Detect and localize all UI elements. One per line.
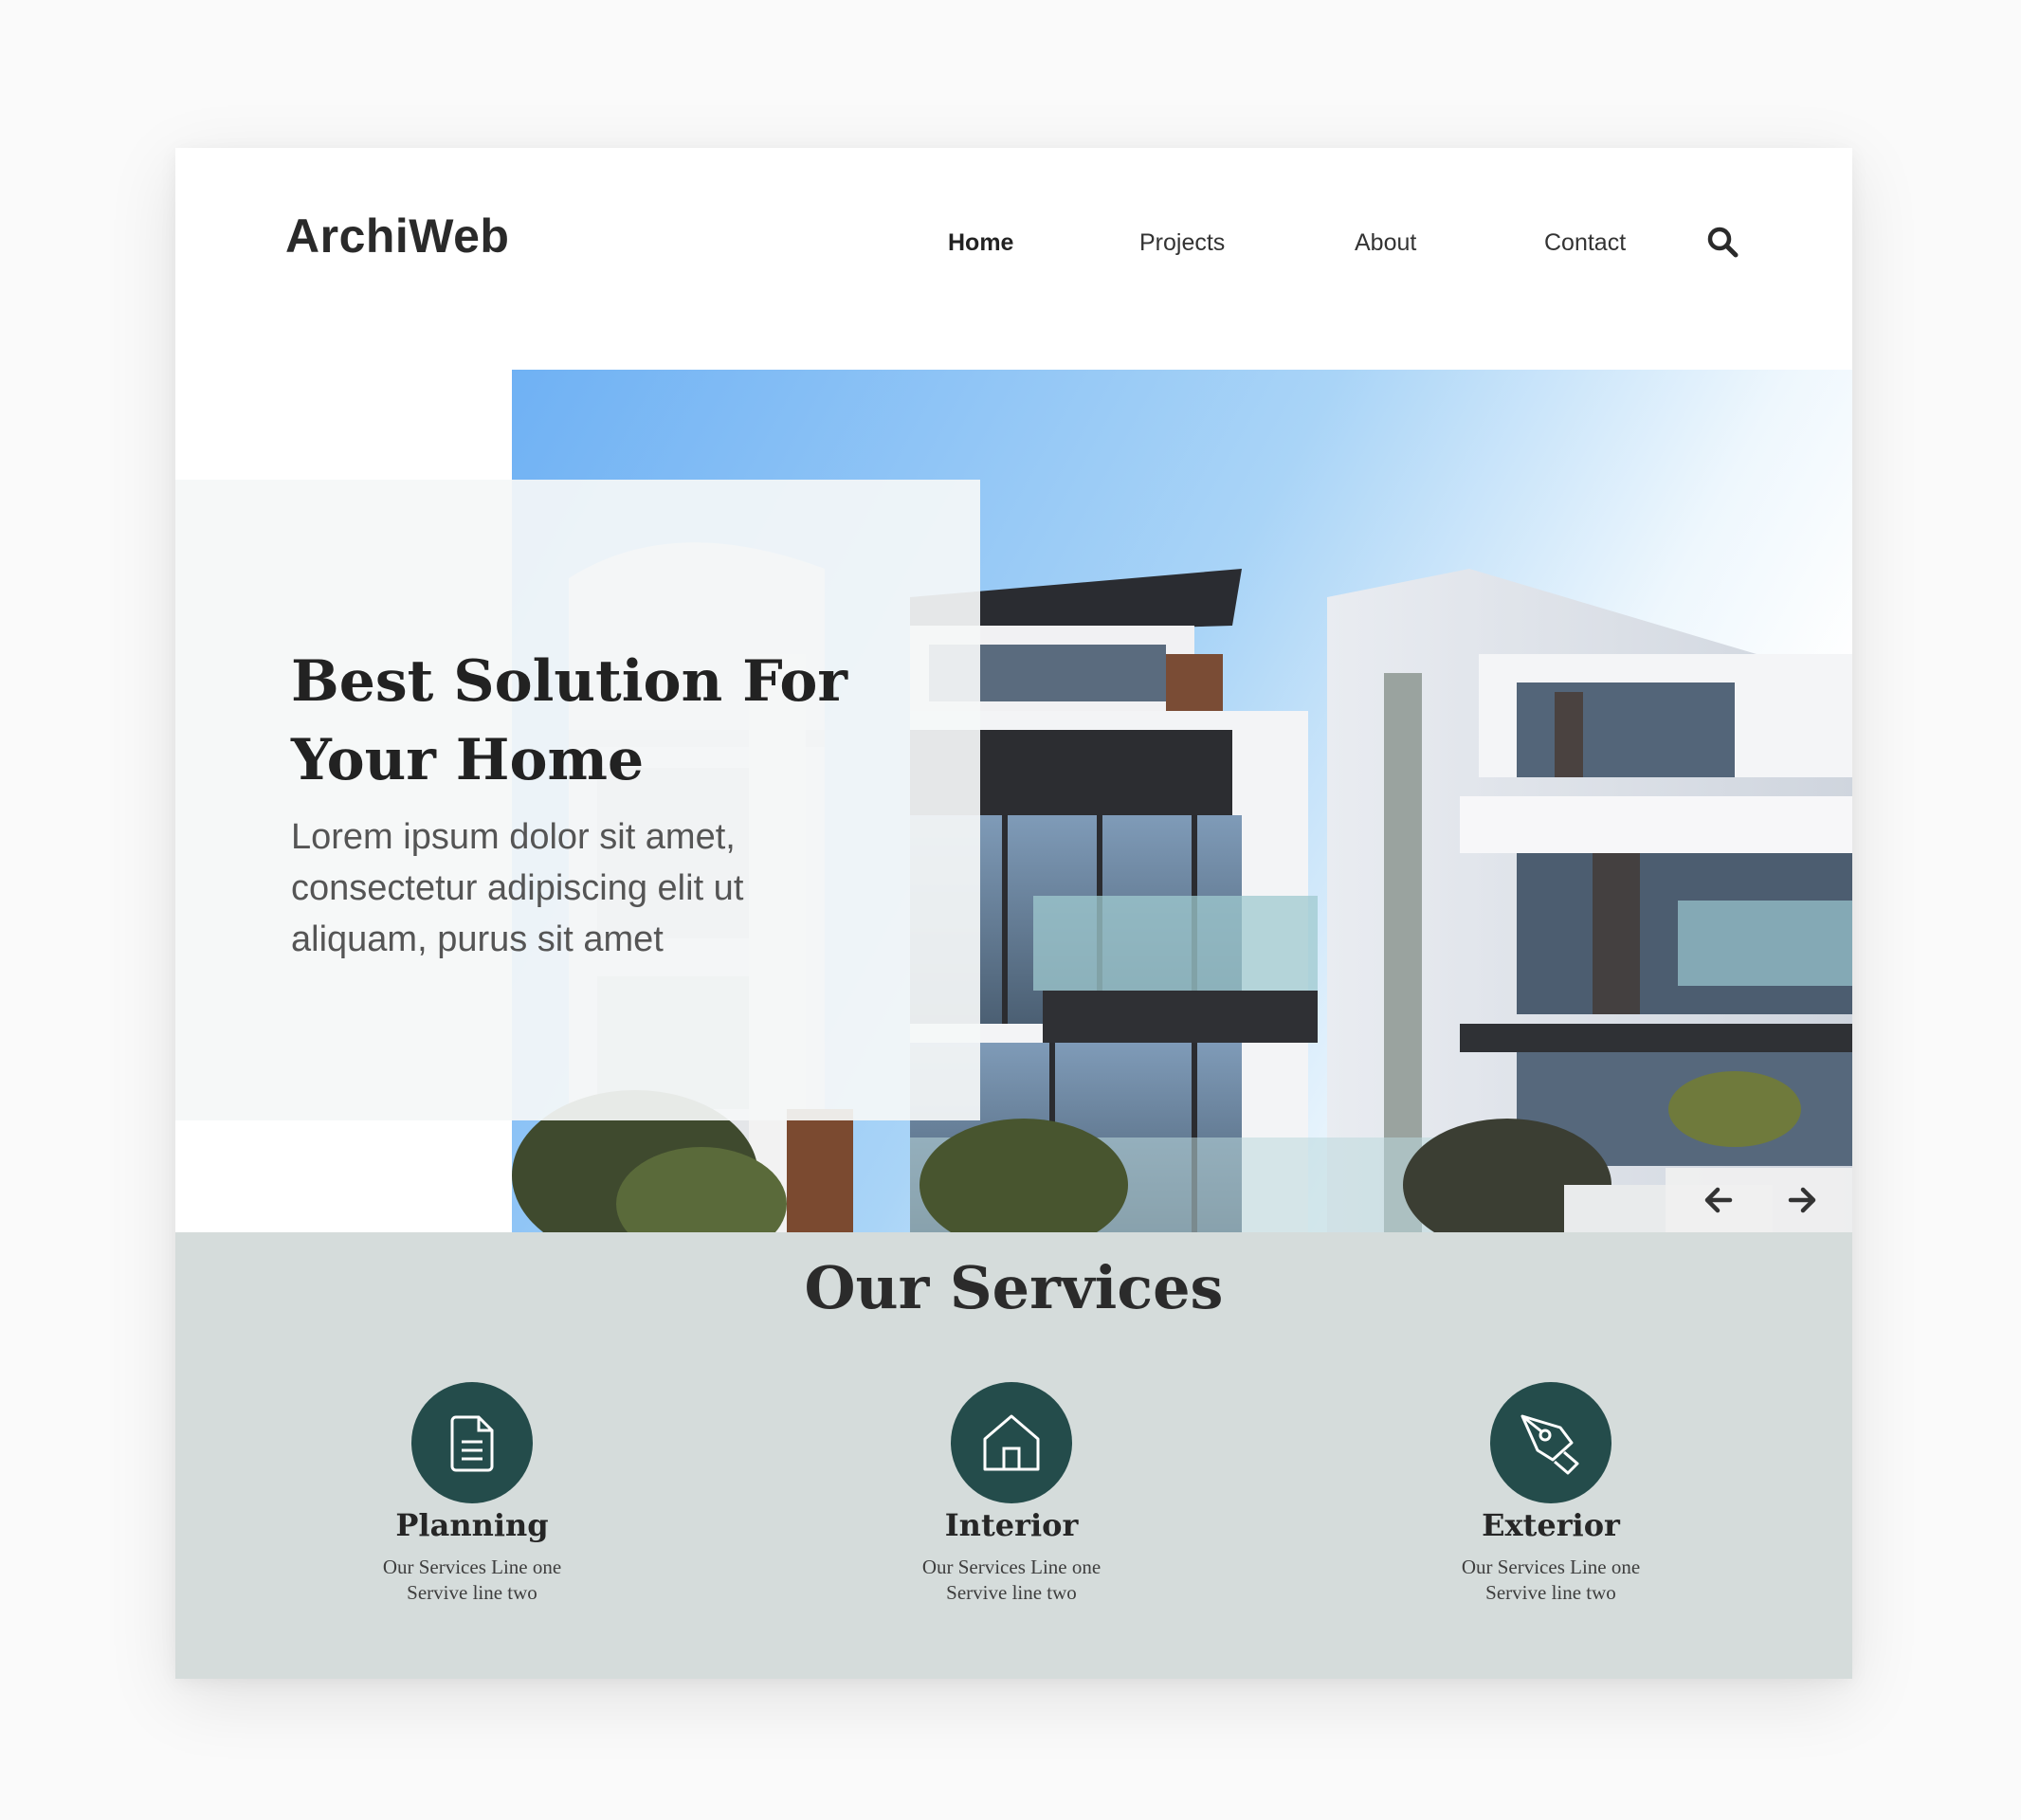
arrow-right-icon[interactable] [1787,1185,1817,1215]
service-name: Exterior [1482,1507,1620,1543]
search-icon[interactable] [1706,226,1739,258]
site-logo[interactable]: ArchiWeb [285,209,509,264]
service-description-line1: Our Services Line one [1461,1556,1641,1578]
service-planning[interactable]: Planning Our Services Line one Servive l… [301,1382,643,1606]
hero-description-line1: Lorem ipsum dolor sit amet, [291,817,736,857]
nav-projects[interactable]: Projects [1139,229,1225,257]
hero-description-line2: consectetur adipiscing elit ut [291,868,744,908]
service-description-line2: Servive line two [946,1581,1077,1604]
service-interior[interactable]: Interior Our Services Line one Servive l… [841,1382,1182,1606]
service-description: Our Services Line one Servive line two [301,1555,643,1606]
service-name: Planning [395,1507,549,1543]
service-description-line2: Servive line two [1485,1581,1616,1604]
service-description-line1: Our Services Line one [382,1556,562,1578]
service-description: Our Services Line one Servive line two [841,1555,1182,1606]
nav-contact[interactable]: Contact [1544,229,1626,257]
hero-description-line3: aliquam, purus sit amet [291,919,664,959]
service-description: Our Services Line one Servive line two [1380,1555,1721,1606]
pen-nib-icon [1490,1382,1611,1503]
nav-home[interactable]: Home [948,229,1013,257]
service-description-line2: Servive line two [407,1581,537,1604]
hero-title: Best Solution For Your Home [291,643,898,800]
hero-title-line2: Your Home [291,727,645,793]
nav-about[interactable]: About [1355,229,1416,257]
service-exterior[interactable]: Exterior Our Services Line one Servive l… [1380,1382,1721,1606]
slider-controls [1666,1168,1852,1232]
service-name: Interior [944,1507,1079,1543]
page-card: ArchiWeb Home Projects About Contact Bes… [175,148,1852,1679]
arrow-left-icon[interactable] [1703,1185,1734,1215]
hero-text-panel [175,480,980,1120]
house-icon [951,1382,1072,1503]
document-icon [411,1382,533,1503]
services-section: Our Services Planning Our Services Line … [175,1232,1852,1679]
services-title: Our Services [804,1253,1224,1322]
hero-title-line1: Best Solution For [291,648,848,715]
service-description-line1: Our Services Line one [921,1556,1102,1578]
hero-description: Lorem ipsum dolor sit amet, consectetur … [291,811,860,965]
